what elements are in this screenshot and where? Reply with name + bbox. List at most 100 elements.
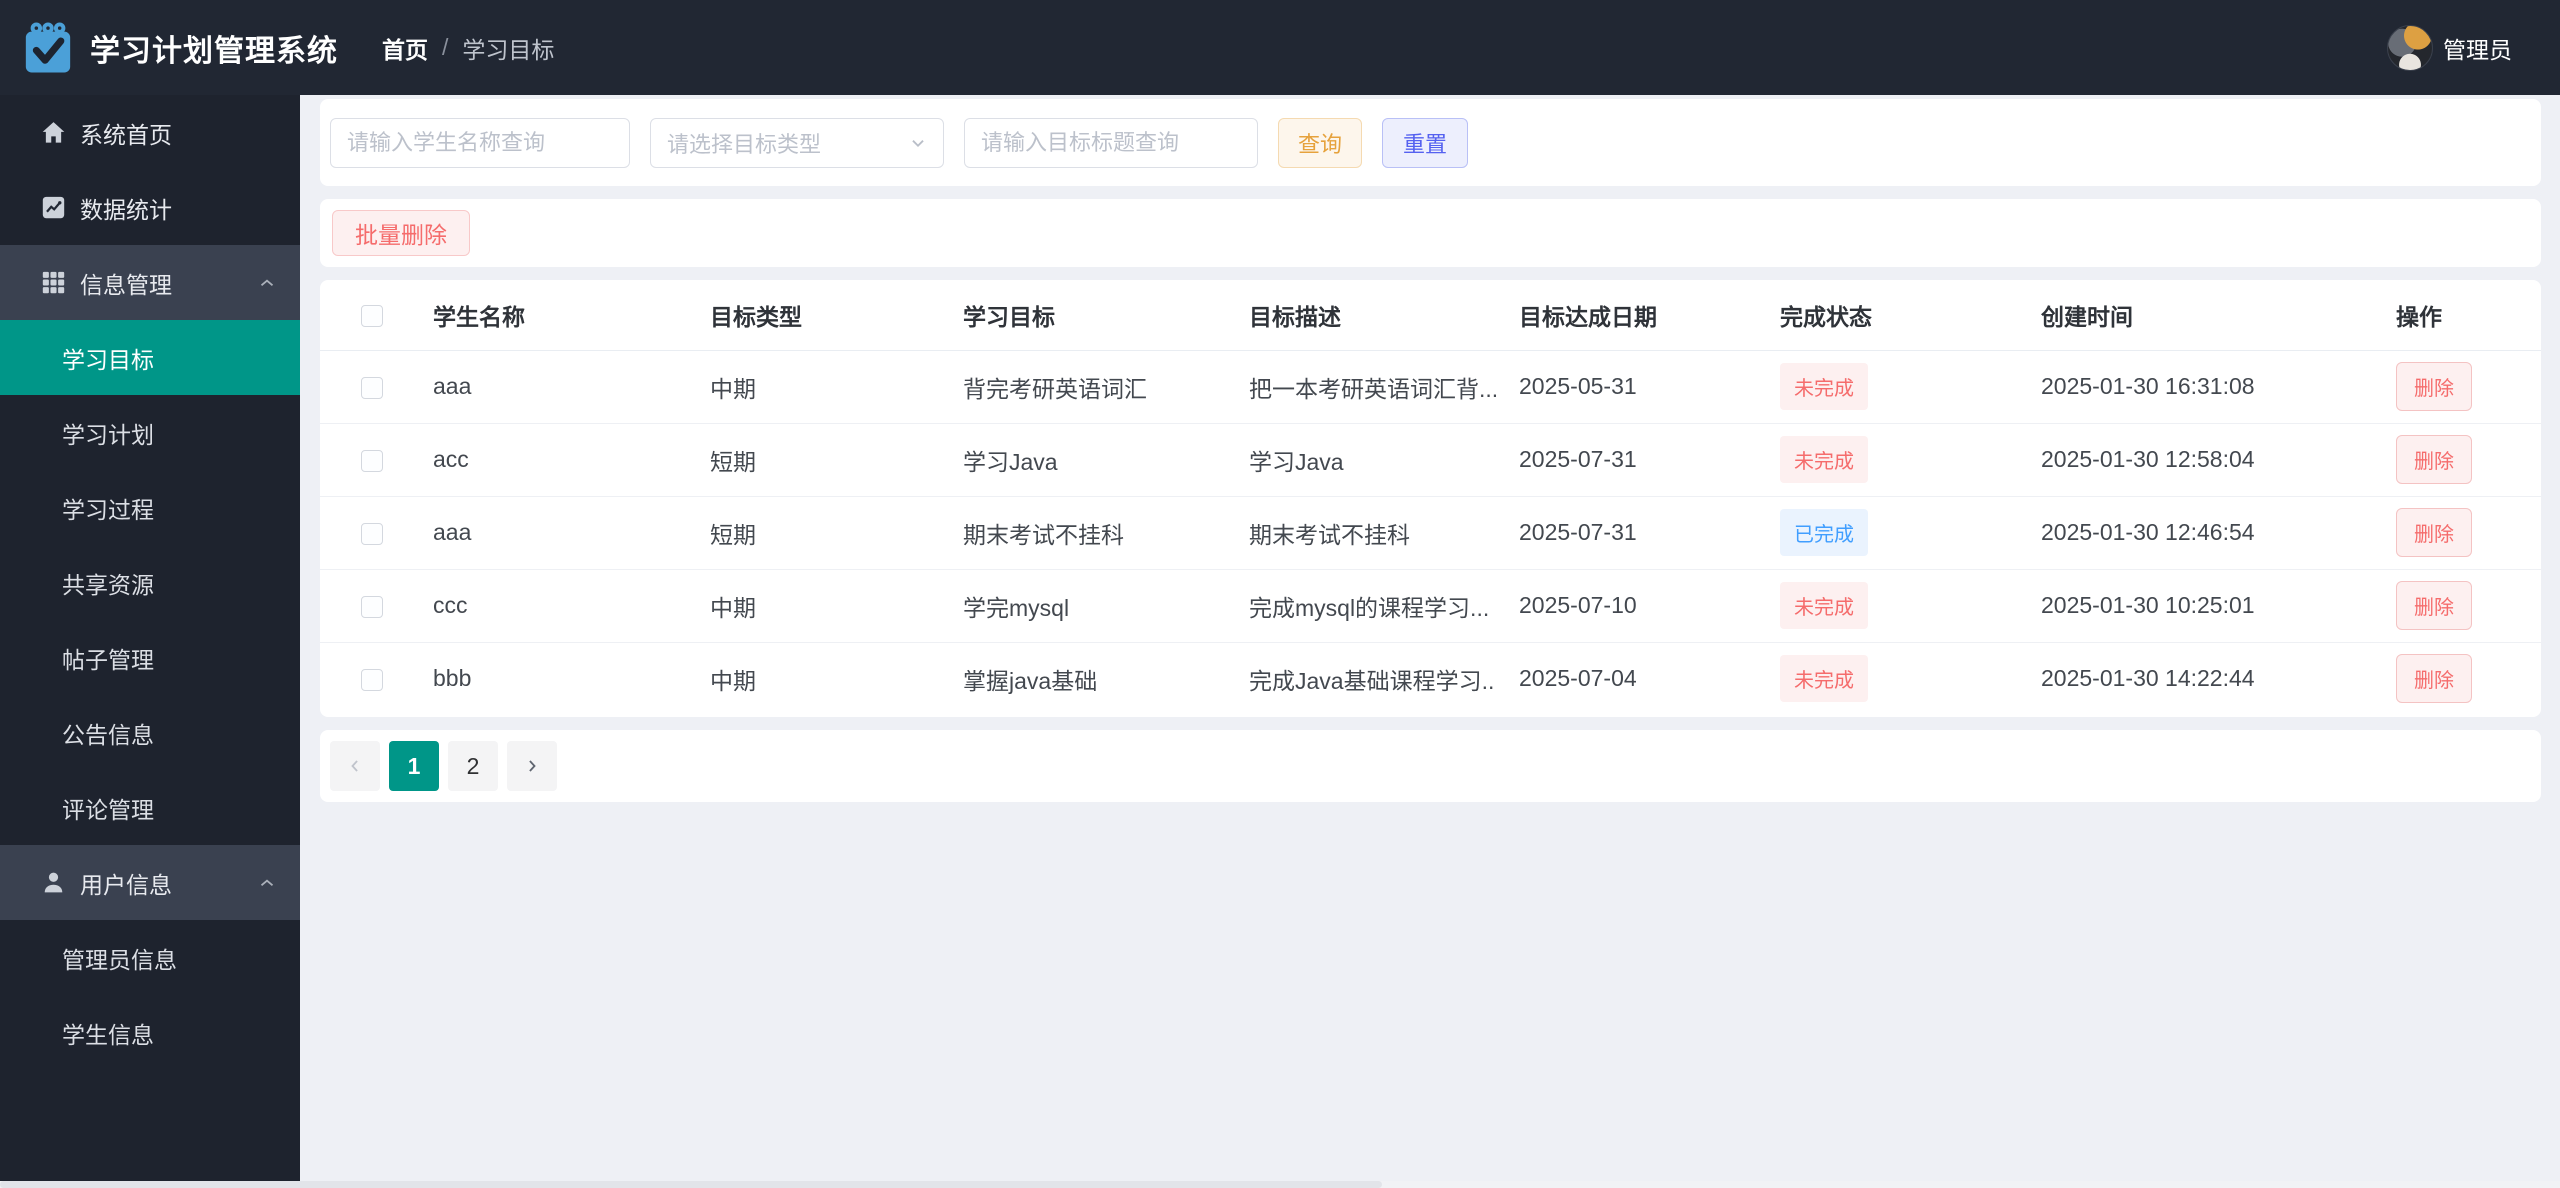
- row-checkbox[interactable]: [361, 376, 383, 399]
- table-row: aaa 短期 期末考试不挂科 期末考试不挂科 2025-07-31 已完成 20…: [320, 496, 2541, 570]
- cell-description: 期末考试不挂科: [1226, 496, 1496, 570]
- cell-goal: 背完考研英语词汇: [940, 350, 1226, 424]
- cell-goal: 期末考试不挂科: [940, 496, 1226, 570]
- next-page-button[interactable]: [507, 741, 557, 791]
- row-checkbox[interactable]: [361, 449, 383, 472]
- sidebar-item-label: 学生信息: [62, 1021, 154, 1048]
- status-badge: 未完成: [1780, 655, 1868, 703]
- user-icon: [40, 869, 67, 896]
- cell-due-date: 2025-07-31: [1496, 496, 1757, 570]
- grid-icon: [40, 269, 67, 296]
- cell-created: 2025-01-30 14:22:44: [2041, 665, 2255, 692]
- reset-button[interactable]: 重置: [1382, 117, 1468, 168]
- sidebar-item-learning-goals[interactable]: 学习目标: [0, 320, 300, 395]
- app-logo-icon: [20, 20, 76, 76]
- cell-due-date: 2025-07-04: [1519, 665, 1637, 692]
- cell-description: 完成mysql的课程学习...: [1226, 569, 1496, 643]
- row-checkbox[interactable]: [361, 669, 383, 692]
- home-icon: [40, 119, 67, 146]
- sidebar-item-label: 共享资源: [62, 571, 154, 598]
- student-name-input[interactable]: [330, 117, 630, 168]
- pagination: 1 2: [320, 730, 2541, 802]
- sidebar-item-announcements[interactable]: 公告信息: [0, 695, 300, 770]
- user-avatar[interactable]: [2387, 24, 2433, 71]
- sidebar-item-student-info[interactable]: 学生信息: [0, 995, 300, 1070]
- cell-description: 完成Java基础课程学习...: [1249, 667, 1496, 694]
- batch-delete-button[interactable]: 批量删除: [332, 210, 470, 256]
- cell-student: aaa: [410, 496, 687, 570]
- sidebar-item-comment-management[interactable]: 评论管理: [0, 770, 300, 845]
- delete-button[interactable]: 删除: [2396, 435, 2472, 484]
- status-badge: 未完成: [1780, 436, 1868, 483]
- column-header-goal: 学习目标: [940, 280, 1226, 351]
- column-header-student: 学生名称: [410, 280, 687, 351]
- status-badge: 未完成: [1780, 363, 1868, 410]
- goals-table-card: 学生名称 目标类型 学习目标 目标描述 目标达成日期 完成状态 创建时间 操作 …: [320, 280, 2541, 717]
- goal-title-input[interactable]: [964, 117, 1258, 168]
- breadcrumb-current: 学习目标: [462, 36, 555, 63]
- cell-created: 2025-01-30 10:25:01: [2018, 569, 2373, 643]
- sidebar-item-label: 公告信息: [62, 721, 154, 748]
- scrollbar-thumb[interactable]: [0, 1181, 1383, 1188]
- main-content: 请选择目标类型 查询 重置 批量删除 学生名称 目标类型 学习目: [300, 95, 2560, 1188]
- cell-goal-type: 短期: [687, 423, 940, 497]
- sidebar-item-admin-info[interactable]: 管理员信息: [0, 920, 300, 995]
- sidebar-item-label: 管理员信息: [62, 946, 177, 973]
- cell-due-date: 2025-07-10: [1496, 569, 1757, 643]
- chart-icon: [40, 194, 67, 221]
- delete-button[interactable]: 删除: [2396, 508, 2472, 557]
- sidebar-group-info-management[interactable]: 信息管理: [0, 245, 300, 320]
- row-checkbox[interactable]: [361, 595, 383, 618]
- sidebar-item-learning-process[interactable]: 学习过程: [0, 470, 300, 545]
- delete-button[interactable]: 删除: [2396, 654, 2472, 704]
- column-header-actions: 操作: [2373, 280, 2541, 351]
- goals-table: 学生名称 目标类型 学习目标 目标描述 目标达成日期 完成状态 创建时间 操作 …: [320, 280, 2541, 715]
- page-button-1[interactable]: 1: [389, 741, 439, 791]
- cell-goal-type: 中期: [687, 569, 940, 643]
- cell-due-date: 2025-05-31: [1496, 350, 1757, 424]
- sidebar-item-label: 帖子管理: [62, 646, 154, 673]
- cell-student: bbb: [433, 665, 472, 692]
- cell-goal: 学完mysql: [940, 569, 1226, 643]
- breadcrumb-home[interactable]: 首页: [382, 31, 428, 65]
- cell-student: ccc: [410, 569, 687, 643]
- search-button[interactable]: 查询: [1278, 117, 1362, 168]
- goal-type-select[interactable]: 请选择目标类型: [650, 117, 944, 168]
- horizontal-scrollbar[interactable]: [0, 1181, 2560, 1188]
- select-all-checkbox[interactable]: [361, 305, 383, 328]
- sidebar-item-label: 系统首页: [80, 121, 172, 148]
- sidebar: 系统首页 数据统计 信息管理 学习目标 学习计划 学习过程 共享资源 帖子管理 …: [0, 95, 300, 1188]
- app-title: 学习计划管理系统: [90, 34, 338, 68]
- sidebar-item-system-home[interactable]: 系统首页: [0, 95, 300, 170]
- table-row: ccc 中期 学完mysql 完成mysql的课程学习... 2025-07-1…: [320, 569, 2541, 643]
- column-header-status: 完成状态: [1757, 280, 2018, 351]
- header: 学习计划管理系统 首页 / 学习目标 管理员: [0, 0, 2560, 95]
- sidebar-item-post-management[interactable]: 帖子管理: [0, 620, 300, 695]
- cell-student: acc: [410, 423, 687, 497]
- status-badge: 未完成: [1780, 582, 1868, 629]
- page-button-2[interactable]: 2: [448, 741, 498, 791]
- cell-goal: 掌握java基础: [963, 667, 1098, 694]
- column-header-description: 目标描述: [1226, 280, 1496, 351]
- username[interactable]: 管理员: [2443, 31, 2512, 65]
- delete-button[interactable]: 删除: [2396, 362, 2472, 411]
- sidebar-group-label: 信息管理: [80, 271, 172, 298]
- sidebar-item-statistics[interactable]: 数据统计: [0, 170, 300, 245]
- cell-due-date: 2025-07-31: [1496, 423, 1757, 497]
- cell-goal-type: 中期: [710, 667, 756, 694]
- sidebar-item-label: 评论管理: [62, 796, 154, 823]
- breadcrumb: 首页 / 学习目标: [382, 31, 554, 65]
- chevron-up-icon: [256, 272, 278, 294]
- goal-type-select-placeholder: 请选择目标类型: [667, 131, 822, 157]
- sidebar-item-label: 学习目标: [62, 346, 154, 373]
- delete-button[interactable]: 删除: [2396, 581, 2472, 630]
- cell-goal-type: 短期: [687, 496, 940, 570]
- sidebar-group-user-info[interactable]: 用户信息: [0, 845, 300, 920]
- sidebar-item-learning-plans[interactable]: 学习计划: [0, 395, 300, 470]
- prev-page-button[interactable]: [330, 741, 380, 791]
- sidebar-item-shared-resources[interactable]: 共享资源: [0, 545, 300, 620]
- filter-bar: 请选择目标类型 查询 重置: [320, 99, 2541, 186]
- column-header-created: 创建时间: [2018, 280, 2373, 351]
- row-checkbox[interactable]: [361, 522, 383, 545]
- sidebar-item-label: 学习计划: [62, 421, 154, 448]
